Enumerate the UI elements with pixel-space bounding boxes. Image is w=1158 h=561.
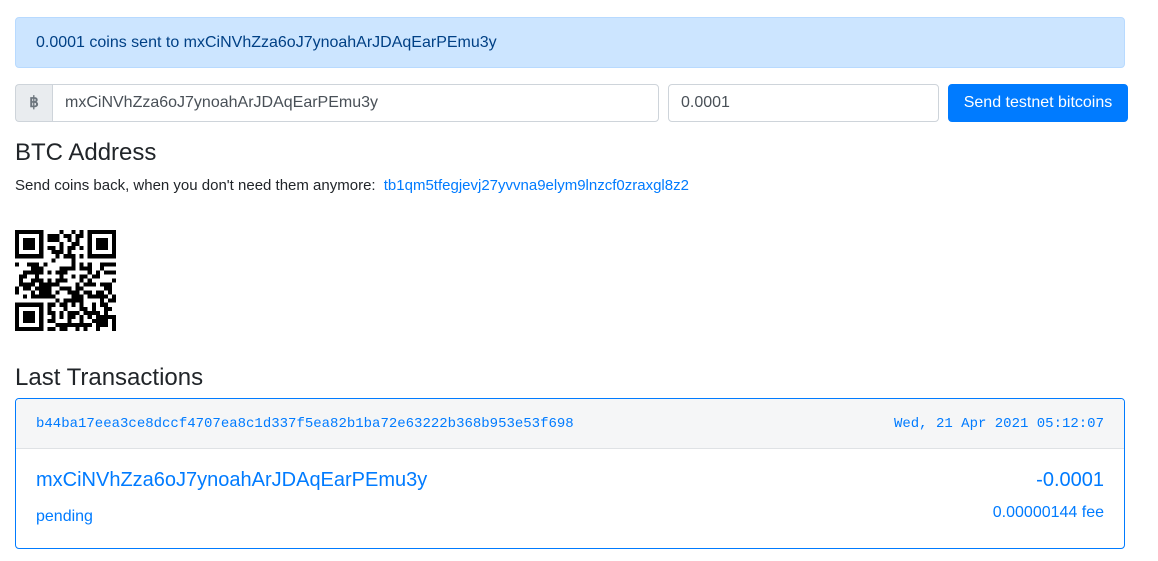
transaction-fee: 0.00000144 fee xyxy=(992,504,1104,521)
transaction-status: pending xyxy=(36,508,93,525)
amount-input[interactable] xyxy=(668,84,939,122)
success-alert: 0.0001 coins sent to mxCiNVhZza6oJ7ynoah… xyxy=(15,17,1125,68)
bitcoin-icon: ฿ xyxy=(15,84,52,122)
transaction-header: b44ba17eea3ce8dccf4707ea8c1d337f5ea82b1b… xyxy=(16,399,1124,449)
transaction-address[interactable]: mxCiNVhZza6oJ7ynoahArJDAqEarPEmu3y xyxy=(36,469,427,492)
transaction-body: mxCiNVhZza6oJ7ynoahArJDAqEarPEmu3y -0.00… xyxy=(16,449,1124,548)
qr-code xyxy=(15,230,116,331)
send-back-text: Send coins back, when you don't need the… xyxy=(15,177,376,194)
return-address-link[interactable]: tb1qm5tfegjevj27yvvna9elym9lnzcf0zraxgl8… xyxy=(384,177,689,194)
transaction-amount: -0.0001 xyxy=(1036,469,1104,491)
alert-message: 0.0001 coins sent to mxCiNVhZza6oJ7ynoah… xyxy=(36,34,497,51)
transaction-date: Wed, 21 Apr 2021 05:12:07 xyxy=(893,415,1104,432)
send-back-line: Send coins back, when you don't need the… xyxy=(15,177,689,194)
send-testnet-button[interactable]: Send testnet bitcoins xyxy=(948,84,1128,122)
address-input[interactable] xyxy=(52,84,659,122)
transaction-id[interactable]: b44ba17eea3ce8dccf4707ea8c1d337f5ea82b1b… xyxy=(36,416,574,432)
transaction-card[interactable]: b44ba17eea3ce8dccf4707ea8c1d337f5ea82b1b… xyxy=(15,398,1125,549)
last-transactions-heading: Last Transactions xyxy=(15,364,204,391)
btc-address-heading: BTC Address xyxy=(15,139,157,166)
